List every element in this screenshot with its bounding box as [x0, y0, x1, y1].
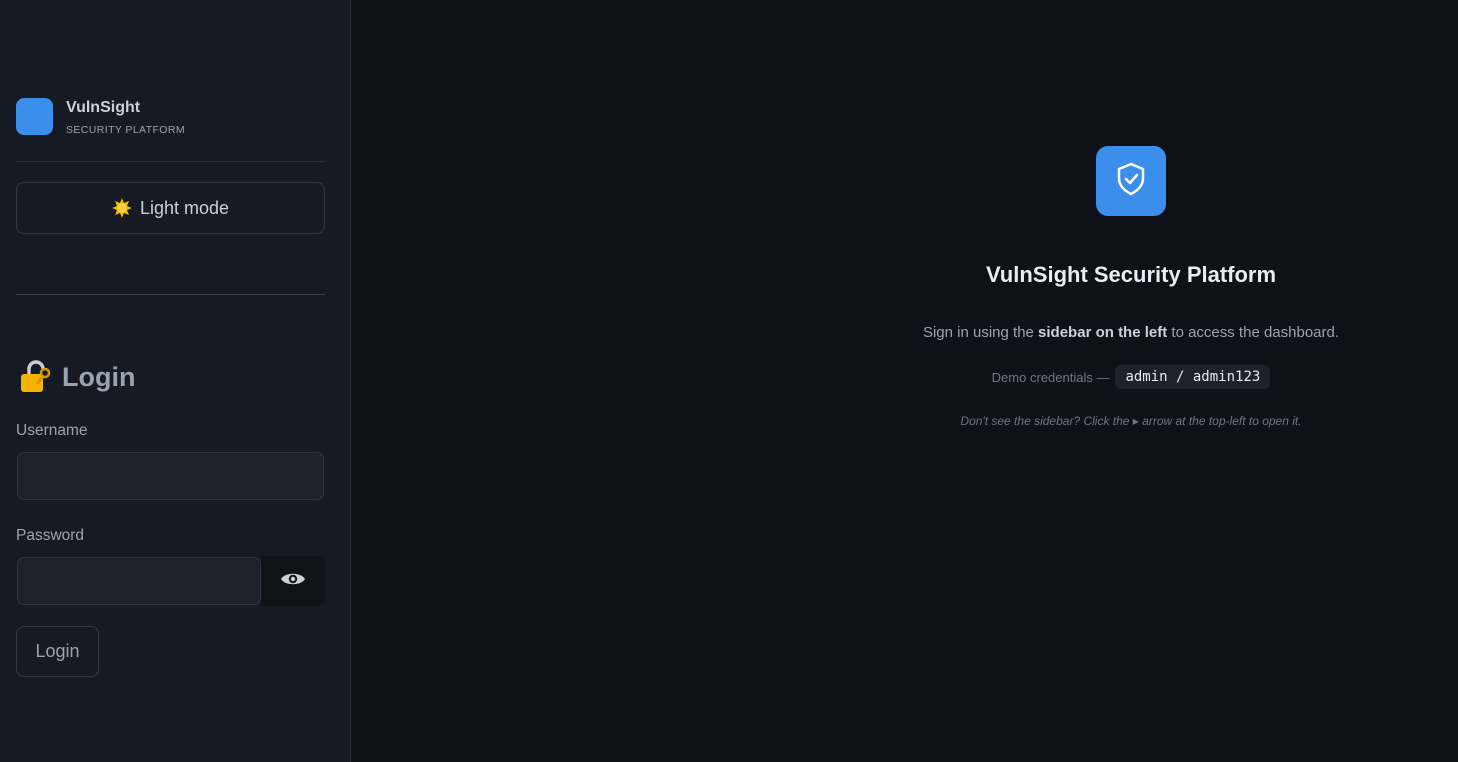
demo-credentials-value: admin / admin123 [1115, 365, 1271, 389]
divider [16, 161, 325, 162]
username-label: Username [16, 422, 88, 439]
main-content: VulnSight Security Platform Sign in usin… [351, 0, 1458, 762]
sidebar: VulnSight SECURITY PLATFORM Light mode L… [0, 0, 351, 762]
login-heading: Login [18, 360, 135, 394]
password-label: Password [16, 527, 85, 544]
password-input[interactable] [17, 557, 261, 605]
light-mode-label: Light mode [139, 197, 230, 218]
sun-icon [111, 198, 132, 218]
demo-credentials: Demo credentials — admin / admin123 [831, 365, 1431, 389]
username-input[interactable] [17, 452, 324, 500]
demo-credentials-label: Demo credentials — [991, 369, 1110, 385]
shield-logo [1096, 146, 1166, 216]
show-password-button[interactable] [261, 556, 325, 606]
login-title: Login [62, 361, 136, 392]
brand-name: VulnSight [66, 99, 141, 116]
brand-subtitle: SECURITY PLATFORM [66, 124, 186, 136]
lock-icon [18, 360, 52, 394]
sign-in-instructions: Sign in using the sidebar on the left to… [922, 324, 1340, 341]
shield-check-icon [1116, 162, 1146, 201]
light-mode-button[interactable]: Light mode [16, 182, 325, 234]
sidebar-hint: Don't see the sidebar? Click the ▸ arrow… [960, 414, 1302, 428]
login-button[interactable]: Login [16, 626, 99, 677]
divider [16, 294, 325, 295]
sidebar-emphasis: sidebar on the left [1038, 324, 1168, 341]
eye-icon [280, 570, 306, 593]
brand: VulnSight SECURITY PLATFORM [16, 98, 185, 136]
brand-logo [16, 98, 53, 135]
page-title: VulnSight Security Platform [985, 262, 1277, 287]
